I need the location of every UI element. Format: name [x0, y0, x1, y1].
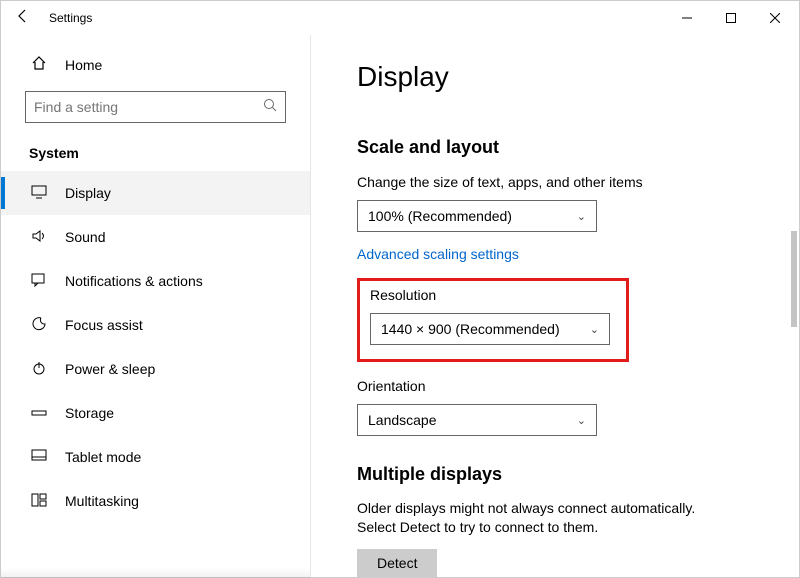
power-icon: [29, 360, 49, 379]
page-title: Display: [357, 61, 773, 93]
resolution-value: 1440 × 900 (Recommended): [381, 321, 560, 337]
sidebar-item-label: Focus assist: [65, 317, 143, 333]
resolution-dropdown[interactable]: 1440 × 900 (Recommended) ⌄: [370, 313, 610, 345]
scrollbar-thumb[interactable]: [791, 231, 797, 327]
focus-icon: [29, 316, 49, 335]
multitasking-icon: [29, 493, 49, 510]
content-pane: Display Scale and layout Change the size…: [311, 35, 799, 577]
sidebar-item-label: Notifications & actions: [65, 273, 203, 289]
scale-value: 100% (Recommended): [368, 208, 512, 224]
scale-layout-heading: Scale and layout: [357, 137, 773, 158]
sidebar-item-multitasking[interactable]: Multitasking: [1, 479, 310, 523]
scale-dropdown[interactable]: 100% (Recommended) ⌄: [357, 200, 597, 232]
advanced-scaling-link[interactable]: Advanced scaling settings: [357, 246, 519, 262]
home-nav[interactable]: Home: [1, 45, 310, 85]
titlebar: Settings: [1, 1, 799, 35]
orientation-dropdown[interactable]: Landscape ⌄: [357, 404, 597, 436]
truncated-link[interactable]: [357, 95, 773, 109]
close-button[interactable]: [753, 3, 797, 33]
sidebar-item-notifications[interactable]: Notifications & actions: [1, 259, 310, 303]
search-field[interactable]: [34, 99, 263, 115]
sidebar-item-label: Storage: [65, 405, 114, 421]
section-system: System: [1, 129, 310, 171]
sidebar-item-tablet[interactable]: Tablet mode: [1, 435, 310, 479]
home-icon: [29, 55, 49, 76]
multi-help-text: Older displays might not always connect …: [357, 499, 737, 537]
sidebar-item-label: Display: [65, 185, 111, 201]
resolution-label: Resolution: [370, 287, 616, 303]
detect-button[interactable]: Detect: [357, 549, 437, 577]
sound-icon: [29, 229, 49, 246]
sidebar-item-label: Tablet mode: [65, 449, 141, 465]
multiple-displays-heading: Multiple displays: [357, 464, 773, 485]
scale-label: Change the size of text, apps, and other…: [357, 174, 773, 190]
search-input[interactable]: [25, 91, 286, 123]
chevron-down-icon: ⌄: [577, 210, 586, 223]
minimize-button[interactable]: [665, 3, 709, 33]
window-title: Settings: [49, 11, 665, 25]
sidebar-item-focus[interactable]: Focus assist: [1, 303, 310, 347]
sidebar-item-power[interactable]: Power & sleep: [1, 347, 310, 391]
sidebar-item-label: Power & sleep: [65, 361, 155, 377]
sidebar-item-display[interactable]: Display: [1, 171, 310, 215]
tablet-icon: [29, 449, 49, 466]
resolution-highlight: Resolution 1440 × 900 (Recommended) ⌄: [357, 278, 629, 362]
sidebar-item-storage[interactable]: Storage: [1, 391, 310, 435]
sidebar-item-label: Sound: [65, 229, 105, 245]
maximize-button[interactable]: [709, 3, 753, 33]
chevron-down-icon: ⌄: [577, 414, 586, 427]
sidebar-item-sound[interactable]: Sound: [1, 215, 310, 259]
orientation-value: Landscape: [368, 412, 437, 428]
back-button[interactable]: [3, 8, 43, 29]
storage-icon: [29, 405, 49, 421]
display-icon: [29, 185, 49, 202]
scrollbar-track[interactable]: [789, 35, 799, 577]
search-icon: [263, 98, 277, 117]
sidebar: Home System Display Sound Notifications …: [1, 35, 311, 577]
sidebar-item-label: Multitasking: [65, 493, 139, 509]
orientation-label: Orientation: [357, 378, 773, 394]
notifications-icon: [29, 273, 49, 290]
chevron-down-icon: ⌄: [590, 323, 599, 336]
home-label: Home: [65, 57, 102, 73]
